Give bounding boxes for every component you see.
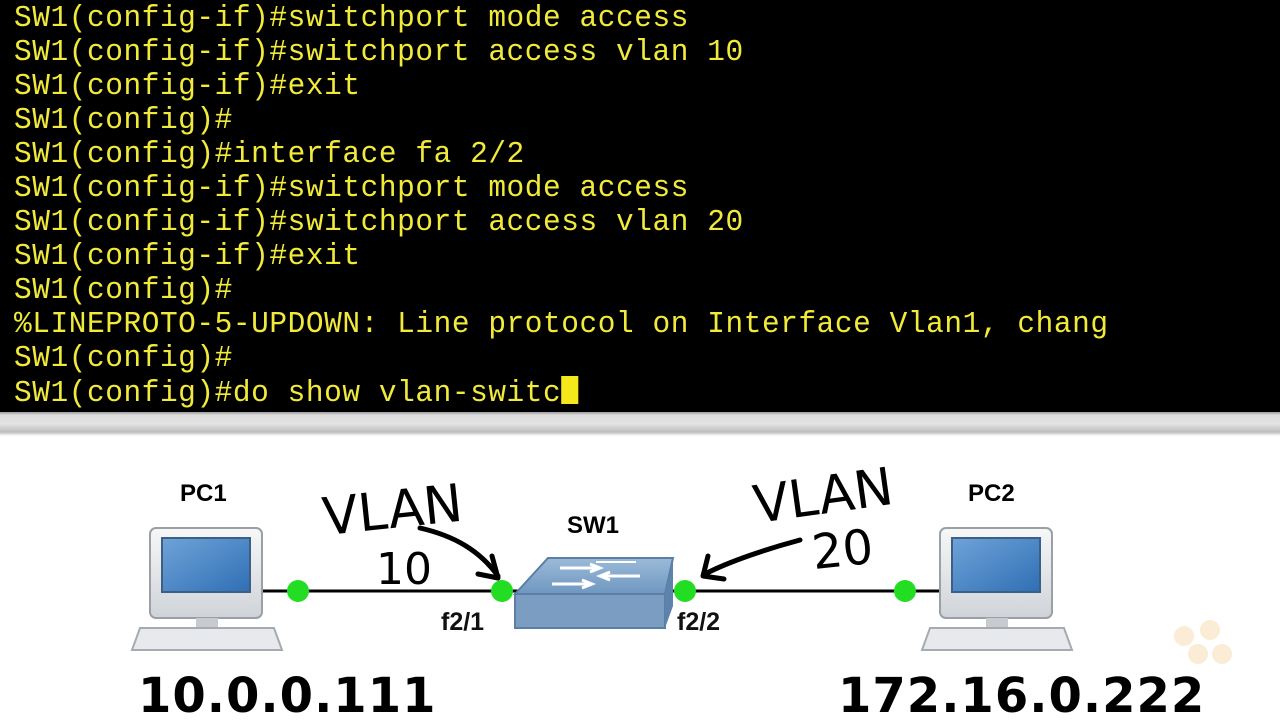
link-status-dot: [894, 580, 916, 602]
port-label-f2-2: f2/2: [677, 608, 721, 636]
terminal-line: SW1(config)#interface fa 2/2: [14, 137, 525, 172]
vlan20-arrow: [702, 537, 803, 577]
vlan10-annotation-number: 10: [376, 544, 432, 595]
link-status-dot: [674, 580, 696, 602]
sw1-label: SW1: [567, 512, 620, 539]
pc1-desktop-computer-icon[interactable]: [130, 527, 284, 651]
vlan20-annotation-number: 20: [809, 518, 876, 582]
link-status-dot: [491, 580, 513, 602]
terminal-line: SW1(config-if)#exit: [14, 69, 361, 104]
pc1-label: PC1: [180, 480, 227, 507]
dots-logo-icon: [1174, 620, 1232, 664]
sw1-network-switch-icon[interactable]: [512, 557, 675, 629]
terminal-window[interactable]: SW1(config-if)#switchport mode access SW…: [0, 0, 1280, 412]
terminal-input-text[interactable]: SW1(config)#do show vlan-switc: [14, 376, 561, 411]
terminal-line: SW1(config)#: [14, 103, 233, 138]
terminal-line: SW1(config-if)#switchport access vlan 10: [14, 35, 744, 70]
terminal-line: SW1(config)#: [14, 341, 233, 376]
terminal-window-border: [0, 412, 1280, 436]
pc2-desktop-computer-icon[interactable]: [920, 527, 1074, 651]
link-status-dot: [287, 580, 309, 602]
port-label-f2-1: f2/1: [441, 608, 485, 636]
pc2-ip-address: 172.16.0.222: [838, 668, 1206, 724]
terminal-line: %LINEPROTO-5-UPDOWN: Line protocol on In…: [14, 307, 1109, 342]
terminal-line: SW1(config-if)#switchport mode access: [14, 1, 689, 36]
terminal-line: SW1(config-if)#switchport mode access: [14, 171, 689, 206]
pc2-label: PC2: [968, 480, 1015, 507]
terminal-input-line[interactable]: SW1(config)#do show vlan-switc: [14, 376, 1217, 411]
terminal-line: SW1(config-if)#exit: [14, 239, 361, 274]
terminal-output: SW1(config-if)#switchport mode access SW…: [14, 1, 1280, 411]
pc1-ip-address: 10.0.0.111: [138, 668, 437, 724]
network-topology-diagram: PC1 SW1 PC2 f2/1 f2/2 VLAN 10 VLAN 20 10…: [0, 436, 1280, 724]
text-cursor: [561, 376, 579, 404]
terminal-line: SW1(config-if)#switchport access vlan 20: [14, 205, 744, 240]
terminal-line: SW1(config)#: [14, 273, 233, 308]
